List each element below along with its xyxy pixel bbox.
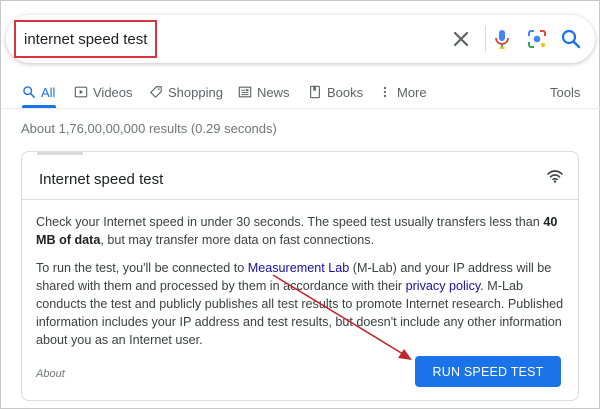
search-bar: internet speed test — [6, 15, 595, 63]
tab-videos[interactable]: Videos — [74, 81, 133, 103]
about-link[interactable]: About — [36, 368, 65, 380]
card-title: Internet speed test — [39, 171, 164, 188]
tab-label: More — [397, 84, 427, 100]
privacy-policy-link[interactable]: privacy policy — [406, 279, 481, 293]
tab-more[interactable]: More — [378, 81, 427, 103]
tools-button[interactable]: Tools — [550, 81, 580, 103]
search-icon[interactable] — [559, 27, 583, 51]
close-icon[interactable] — [449, 27, 473, 51]
tab-all[interactable]: All — [22, 81, 55, 103]
tag-icon — [150, 86, 162, 98]
tab-news[interactable]: News — [238, 81, 290, 103]
result-stats: About 1,76,00,00,000 results (0.29 secon… — [21, 121, 277, 136]
book-icon — [310, 85, 320, 99]
wifi-icon — [546, 168, 564, 184]
tabs-divider — [1, 108, 600, 109]
measurement-lab-link[interactable]: Measurement Lab — [248, 261, 350, 275]
camera-lens-icon[interactable] — [525, 27, 549, 51]
tab-books[interactable]: Books — [308, 81, 363, 103]
description-text: Check your Internet speed in under 30 se… — [36, 215, 544, 229]
card-top-accent — [37, 152, 83, 155]
mlab-disclosure: To run the test, you'll be connected to … — [36, 259, 568, 349]
play-icon — [74, 86, 88, 98]
tab-label: Videos — [93, 84, 133, 100]
search-input[interactable]: internet speed test — [14, 20, 157, 58]
more-vert-icon — [383, 86, 387, 98]
microphone-icon[interactable] — [490, 27, 514, 51]
tab-label: Books — [327, 84, 364, 100]
search-query-text: internet speed test — [24, 30, 148, 48]
tab-label: Shopping — [168, 84, 223, 100]
search-tabs: All Videos Shopping News Books More Tool… — [1, 75, 600, 109]
run-speed-test-button[interactable]: RUN SPEED TEST — [415, 356, 561, 387]
newspaper-icon — [238, 86, 252, 98]
speed-test-card: Internet speed test Check your Internet … — [21, 151, 579, 401]
description-text: , but may transfer more data on fast con… — [100, 233, 375, 247]
disclosure-text: To run the test, you'll be connected to — [36, 261, 248, 275]
search-bar-divider — [485, 26, 486, 52]
tools-label: Tools — [550, 84, 581, 100]
search-icon — [23, 86, 36, 99]
tab-label: News — [257, 84, 290, 100]
tab-label: All — [41, 84, 56, 100]
speed-test-description: Check your Internet speed in under 30 se… — [36, 213, 568, 249]
card-divider — [22, 199, 578, 200]
tab-shopping[interactable]: Shopping — [149, 81, 223, 103]
